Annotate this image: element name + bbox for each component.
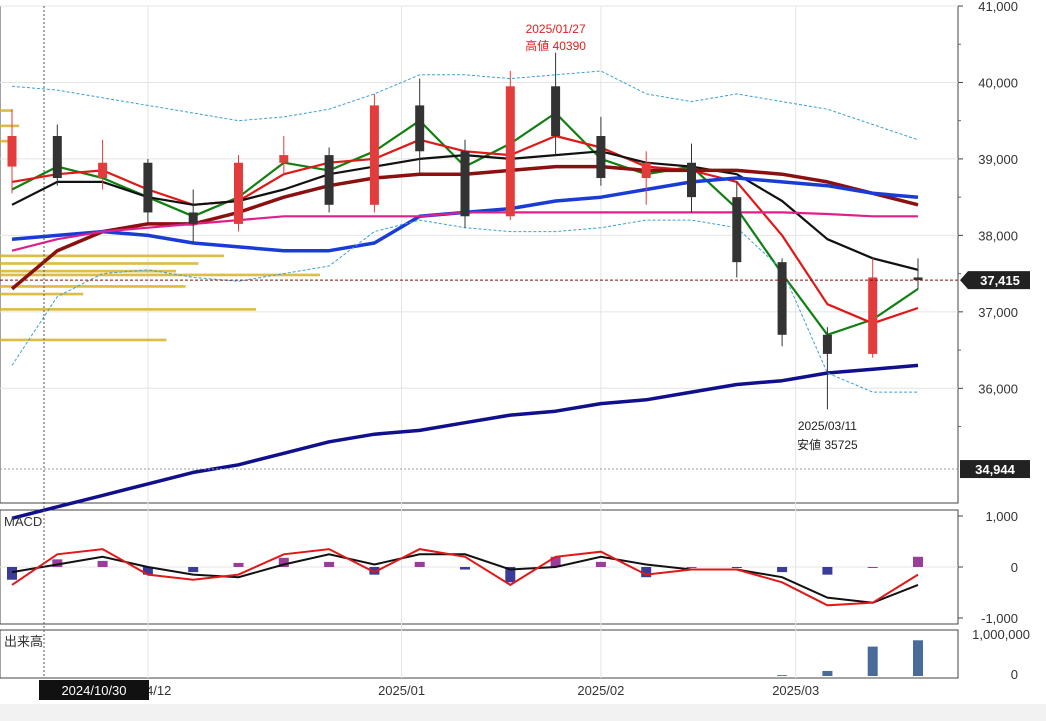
candle-body (279, 155, 289, 163)
candle-body (687, 162, 696, 198)
macd-histogram-bar (188, 567, 199, 573)
candle-body (596, 135, 606, 179)
volume-bar (777, 675, 788, 676)
candle-body (369, 105, 379, 205)
panel-backgrounds (0, 5, 1046, 721)
volume-title: 出来高 (4, 634, 43, 649)
volume-profile-bar (0, 292, 84, 296)
high-annotation-value: 高値 40390 (525, 38, 586, 53)
macd-histogram-bar (97, 560, 108, 567)
volume-profile-bar (0, 254, 224, 258)
candle-body (7, 135, 17, 167)
volume-bar (822, 670, 833, 676)
macd-histogram-bar (913, 556, 923, 567)
high-annotation-date: 2025/01/27 (526, 22, 586, 36)
candle-body (234, 162, 243, 224)
volume-profile-bar (0, 285, 186, 288)
low-annotation-value: 安値 35725 (797, 437, 858, 452)
macd-histogram-bar (414, 561, 425, 567)
macd-histogram-bar (233, 562, 244, 567)
candle-body (505, 86, 515, 217)
volume-profile-bar (0, 262, 199, 265)
price-tick-label: 39,000 (978, 152, 1018, 167)
date-tick-label: 2025/01 (378, 683, 425, 698)
low-annotation-date: 2025/03/11 (798, 419, 857, 433)
candle-body (732, 197, 742, 263)
volume-profile-bar (0, 338, 167, 342)
candle-body (641, 162, 651, 179)
macd-histogram-bar (867, 567, 878, 568)
macd-histogram-bar (822, 567, 833, 575)
candle-body (551, 86, 561, 136)
macd-histogram-bar (731, 567, 742, 569)
candle-body (98, 162, 108, 179)
volume-tick-label: 0 (1011, 667, 1018, 682)
macd-histogram-bar (324, 561, 335, 567)
candle-body (188, 212, 198, 224)
date-tick-label: 2025/03 (772, 683, 819, 698)
volume-bar (913, 640, 923, 676)
price-tick-label: 38,000 (978, 228, 1018, 243)
price-tick-label: 37,000 (978, 305, 1018, 320)
candle-body (822, 334, 832, 354)
stock-chart: 41,000 40,000 39,000 38,000 37,000 36,000 37,4… (0, 0, 1046, 721)
volume-tick-label: 1,000,000 (972, 627, 1030, 642)
price-tick-label: 40,000 (978, 75, 1018, 90)
crosshair-date-label: 2024/10/30 (61, 683, 126, 698)
candle-body (324, 155, 334, 205)
macd-histogram-bar (7, 567, 17, 580)
price-tick-label: 36,000 (978, 381, 1018, 396)
volume-profile-bar (0, 109, 13, 112)
candle-body (143, 162, 153, 213)
macd-tick-label: 1,000 (985, 509, 1018, 524)
volume-profile-bar (0, 124, 20, 128)
candle-body (868, 277, 878, 354)
macd-tick-label: -1,000 (981, 611, 1018, 626)
volume-profile-bar (0, 273, 320, 277)
lower-price-label: 34,944 (975, 462, 1016, 477)
macd-title: MACD (4, 514, 42, 529)
volume-profile-bar (0, 308, 256, 311)
bottom-strip (0, 704, 1046, 721)
current-price-label: 37,415 (980, 273, 1020, 288)
macd-histogram-bar (777, 567, 788, 573)
candle-body (52, 135, 62, 179)
candle-body (460, 151, 470, 217)
volume-plot-area (0, 629, 959, 679)
macd-histogram-bar (595, 561, 606, 567)
candle-body (415, 105, 425, 152)
macd-tick-label: 0 (1011, 560, 1018, 575)
date-tick-label: 2025/02 (577, 683, 624, 698)
volume-bar (867, 646, 878, 676)
price-tick-label: 41,000 (978, 0, 1018, 14)
macd-histogram-bar (686, 567, 697, 568)
candle-body (777, 262, 787, 335)
macd-histogram-bar (460, 567, 470, 570)
